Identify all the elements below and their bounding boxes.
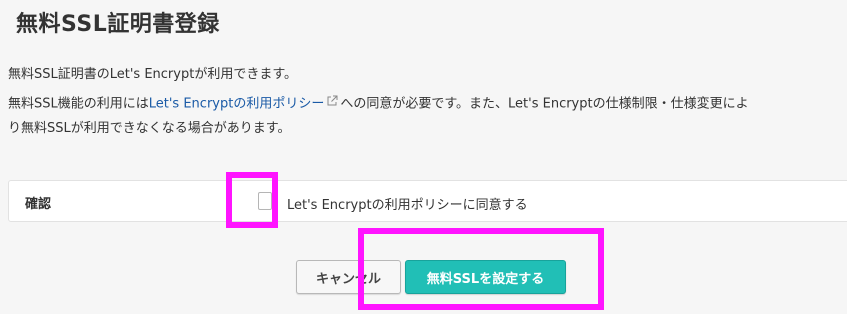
external-link-icon[interactable] (326, 95, 338, 113)
description-line-2: 無料SSL機能の利用にはLet's Encryptの利用ポリシー への同意が必要で… (8, 95, 749, 114)
confirm-row: 確認 Let's Encryptの利用ポリシーに同意する (8, 180, 847, 222)
description-line-2-prefix: 無料SSL機能の利用には (8, 96, 149, 112)
description-line-3: り無料SSLが利用できなくなる場合があります。 (8, 121, 291, 136)
page-title: 無料SSL証明書登録 (16, 12, 220, 37)
description-line-2-suffix: への同意が必要です。また、Let's Encryptの仕様制限・仕様変更によ (340, 96, 749, 112)
agree-checkbox[interactable] (258, 192, 272, 210)
policy-link[interactable]: Let's Encryptの利用ポリシー (149, 97, 325, 112)
confirm-label: 確認 (25, 197, 52, 212)
set-free-ssl-button[interactable]: 無料SSLを設定する (405, 260, 566, 294)
description-line-1: 無料SSL証明書のLet's Encryptが利用できます。 (8, 67, 298, 82)
cancel-button[interactable]: キャンセル (296, 260, 401, 294)
agree-checkbox-label[interactable]: Let's Encryptの利用ポリシーに同意する (287, 194, 528, 213)
